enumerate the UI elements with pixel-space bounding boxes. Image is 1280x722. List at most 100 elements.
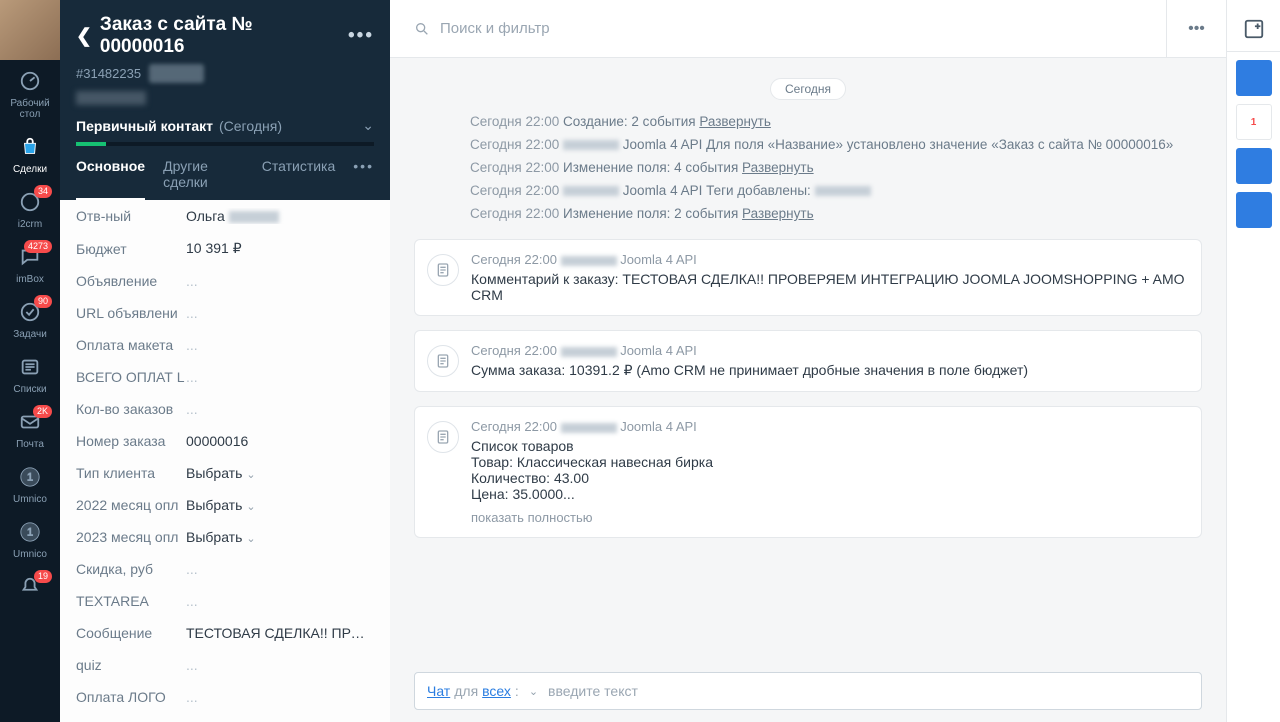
stage-progress — [76, 142, 374, 146]
badge: 4273 — [24, 240, 52, 253]
field-value[interactable]: ТЕСТОВАЯ СДЕЛКА!! ПРОВЕ — [186, 625, 374, 641]
field-row[interactable]: Оплата ЛОГО... — [60, 681, 390, 713]
tab-other-deals[interactable]: Другие сделки — [163, 158, 244, 200]
composer-mode-chat[interactable]: Чат — [427, 683, 450, 699]
detail-header: ❮ Заказ с сайта № 00000016 ••• #31482235… — [60, 0, 390, 200]
feed-panel: Поиск и фильтр ••• Сегодня Сегодня 22:00… — [390, 0, 1226, 722]
stage-selector[interactable]: Первичный контакт (Сегодня) ⌄ — [76, 117, 374, 134]
tab-main[interactable]: Основное — [76, 158, 145, 200]
expand-link[interactable]: Развернуть — [742, 160, 814, 175]
composer-placeholder: введите текст — [548, 683, 638, 699]
composer-audience-all[interactable]: всех — [482, 683, 511, 699]
field-label: 2022 месяц опл — [76, 497, 186, 513]
note-meta: Сегодня 22:00 Joomla 4 API — [471, 419, 1187, 434]
number-badge-icon: 1 — [17, 519, 43, 545]
field-value[interactable]: ... — [186, 401, 374, 417]
field-value[interactable]: ... — [186, 561, 374, 577]
log-line: Сегодня 22:00 Изменение поля: 2 события … — [414, 202, 1202, 225]
field-value[interactable]: Выбрать⌄ — [186, 497, 374, 513]
field-row[interactable]: Оплата макета... — [60, 329, 390, 361]
chat-composer[interactable]: Чат для всех : ⌄ введите текст — [414, 672, 1202, 710]
svg-text:1: 1 — [27, 527, 33, 539]
rail-item-mail[interactable]: 2K Почта — [0, 401, 60, 456]
field-row[interactable]: quiz... — [60, 649, 390, 681]
field-label: Сообщение — [76, 625, 186, 641]
field-row[interactable]: Отв-ныйОльга — [60, 200, 390, 232]
rail-item-lists[interactable]: Списки — [0, 346, 60, 401]
field-value[interactable]: ... — [186, 369, 374, 385]
detail-tabs: Основное Другие сделки Статистика ••• — [76, 146, 374, 200]
gauge-icon — [17, 68, 43, 94]
field-row[interactable]: Номер заказа00000016 — [60, 425, 390, 457]
right-card[interactable] — [1236, 192, 1272, 228]
field-value[interactable]: ... — [186, 337, 374, 353]
field-row[interactable]: URL объявлени... — [60, 297, 390, 329]
field-row[interactable]: TEXTAREA... — [60, 585, 390, 617]
deal-title[interactable]: Заказ с сайта № 00000016 — [100, 14, 340, 58]
field-row[interactable]: Объявление... — [60, 265, 390, 297]
composer-colon: : — [515, 683, 519, 699]
field-value[interactable]: ... — [186, 305, 374, 321]
note-meta: Сегодня 22:00 Joomla 4 API — [471, 343, 1187, 358]
badge: 90 — [34, 295, 52, 308]
more-icon[interactable]: ••• — [348, 25, 374, 47]
rail-item-desktop[interactable]: Рабочий стол — [0, 60, 60, 126]
composer-for: для — [454, 683, 478, 699]
expand-link[interactable]: Развернуть — [742, 206, 814, 221]
chevron-down-icon[interactable]: ⌄ — [529, 685, 538, 698]
redacted-text — [76, 91, 146, 105]
back-icon[interactable]: ❮ — [76, 25, 92, 48]
rail-item-imbox[interactable]: 4273 imBox — [0, 236, 60, 291]
field-row[interactable]: Скидка, руб... — [60, 553, 390, 585]
field-value[interactable]: ... — [186, 593, 374, 609]
log-list: Сегодня 22:00 Создание: 2 события Развер… — [414, 110, 1202, 225]
field-row[interactable]: 2022 месяц оплВыбрать⌄ — [60, 489, 390, 521]
field-value[interactable]: Ольга — [186, 208, 374, 224]
field-label: Номер заказа — [76, 433, 186, 449]
field-value[interactable]: ... — [186, 657, 374, 673]
field-value[interactable]: Выбрать⌄ — [186, 529, 374, 545]
day-separator: Сегодня — [770, 78, 846, 100]
rail-item-tasks[interactable]: 90 Задачи — [0, 291, 60, 346]
field-value[interactable]: 10 391 ₽ — [186, 240, 374, 257]
log-line: Сегодня 22:00 Изменение поля: 4 события … — [414, 156, 1202, 179]
show-more-link[interactable]: показать полностью — [471, 510, 1187, 525]
field-row[interactable]: Бюджет10 391 ₽ — [60, 232, 390, 265]
stage-name: Первичный контакт — [76, 118, 213, 134]
avatar[interactable] — [0, 0, 60, 60]
rail-item-deals[interactable]: Сделки — [0, 126, 60, 181]
right-card[interactable] — [1236, 148, 1272, 184]
field-row[interactable]: Кол-во заказов... — [60, 393, 390, 425]
more-button[interactable]: ••• — [1166, 0, 1226, 58]
rail-item-label: Задачи — [13, 329, 47, 340]
field-value[interactable]: ... — [186, 689, 374, 705]
field-row[interactable]: ПРОЕКТНАЯ... — [60, 713, 390, 722]
right-card[interactable] — [1236, 60, 1272, 96]
rail-item-umnico-2[interactable]: 1 Umnico — [0, 511, 60, 566]
badge: 19 — [34, 570, 52, 583]
tab-more[interactable]: ••• — [353, 158, 374, 200]
rail-item-label: Списки — [13, 384, 46, 395]
field-row[interactable]: 2023 месяц оплВыбрать⌄ — [60, 521, 390, 553]
note-icon — [427, 345, 459, 377]
rail-item-umnico-1[interactable]: 1 Umnico — [0, 456, 60, 511]
chevron-down-icon: ⌄ — [362, 117, 374, 134]
field-row[interactable]: ВСЕГО ОПЛАТ L... — [60, 361, 390, 393]
add-panel-button[interactable] — [1227, 6, 1280, 52]
tab-statistics[interactable]: Статистика — [262, 158, 336, 200]
right-card[interactable]: 1 — [1236, 104, 1272, 140]
field-value[interactable]: Выбрать⌄ — [186, 465, 374, 481]
rail-item-i2crm[interactable]: 34 i2crm — [0, 181, 60, 236]
field-value[interactable]: 00000016 — [186, 433, 374, 449]
field-value[interactable]: ... — [186, 273, 374, 289]
add-panel-icon — [1243, 18, 1265, 40]
note-meta: Сегодня 22:00 Joomla 4 API — [471, 252, 1187, 267]
field-row[interactable]: Тип клиентаВыбрать⌄ — [60, 457, 390, 489]
field-label: Бюджет — [76, 241, 186, 257]
field-label: URL объявлени — [76, 305, 186, 321]
search-input[interactable]: Поиск и фильтр — [390, 20, 1166, 37]
deal-id: #31482235 — [76, 66, 141, 81]
field-row[interactable]: СообщениеТЕСТОВАЯ СДЕЛКА!! ПРОВЕ — [60, 617, 390, 649]
expand-link[interactable]: Развернуть — [699, 114, 771, 129]
rail-item-notifications[interactable]: 19 — [0, 566, 60, 606]
